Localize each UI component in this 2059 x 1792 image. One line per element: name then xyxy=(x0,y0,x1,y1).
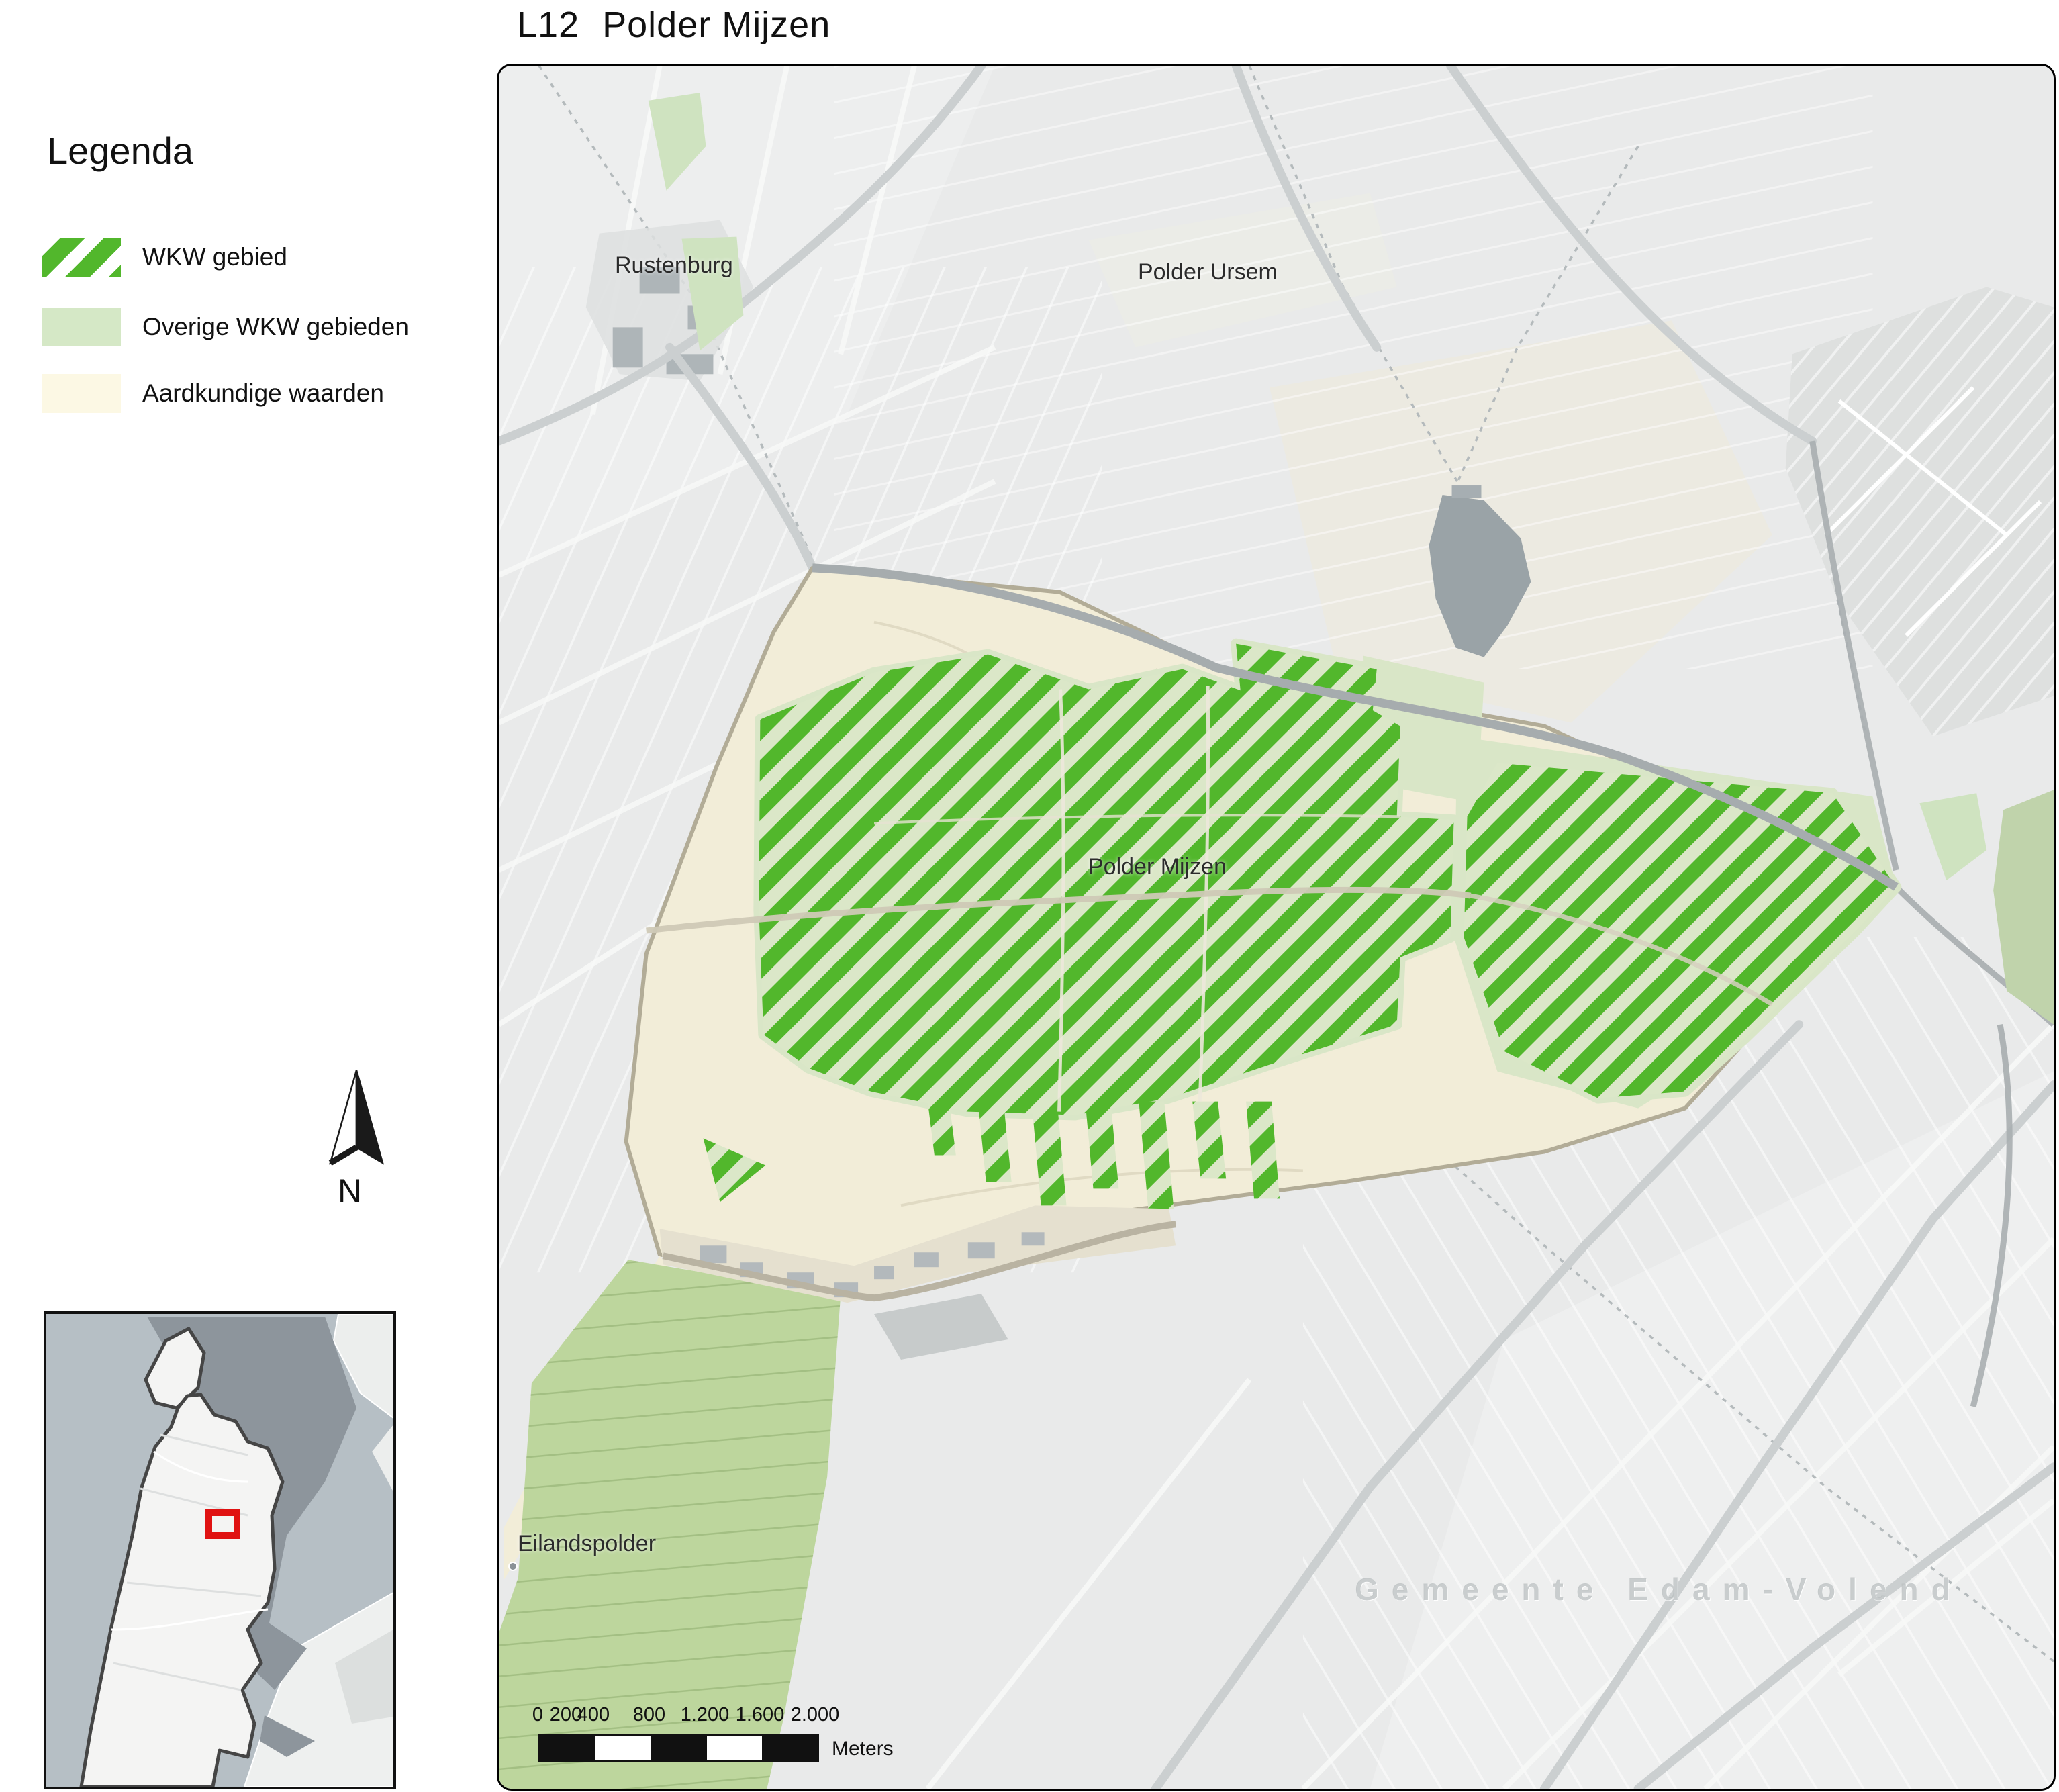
legend-item-wkw-gebied: WKW gebied xyxy=(42,238,287,277)
main-map: Rustenburg Polder Ursem Polder Mijzen Ei… xyxy=(497,64,2056,1791)
map-label-eilandspolder: Eilandspolder xyxy=(518,1531,656,1557)
map-label-rustenburg: Rustenburg xyxy=(615,252,733,279)
scale-tick: 1.200 xyxy=(681,1704,730,1726)
municipality-watermark: Gemeente Edam-Volend xyxy=(1355,1571,2056,1607)
page-title: L12 Polder Mijzen xyxy=(517,4,830,46)
map-sheet-code: L12 xyxy=(517,5,579,45)
scale-segment xyxy=(707,1736,762,1760)
scale-tick: 2.000 xyxy=(791,1704,840,1726)
scale-tick: 1.600 xyxy=(736,1704,785,1726)
map-sheet-name: Polder Mijzen xyxy=(602,5,830,45)
scale-segment xyxy=(595,1736,651,1760)
legend-item-label: WKW gebied xyxy=(142,243,287,271)
legend-item-aardkundige: Aardkundige waarden xyxy=(42,374,384,413)
wkw-gebied-hatch-swatch xyxy=(42,238,121,277)
scale-segment xyxy=(651,1736,707,1760)
scale-bar-track xyxy=(538,1734,819,1762)
scale-segment xyxy=(540,1736,595,1760)
inset-locator-map xyxy=(44,1311,396,1789)
legend-item-overige-wkw: Overige WKW gebieden xyxy=(42,308,409,346)
place-marker-dot xyxy=(508,1562,518,1571)
scale-tick: 800 xyxy=(633,1704,665,1726)
inset-canvas xyxy=(46,1314,393,1787)
parcel-texture xyxy=(834,66,1872,669)
scale-unit-label: Meters xyxy=(832,1738,894,1760)
north-arrow-label: N xyxy=(338,1172,362,1211)
map-canvas xyxy=(499,66,2054,1789)
legend-item-label: Aardkundige waarden xyxy=(142,379,384,408)
scale-tick: 400 xyxy=(577,1704,610,1726)
scale-tick: 0 xyxy=(532,1704,543,1726)
map-label-polder-ursem: Polder Ursem xyxy=(1138,259,1278,285)
legend-title: Legenda xyxy=(47,129,193,173)
aardkundige-waarden-swatch xyxy=(42,374,121,413)
north-arrow-icon xyxy=(320,1066,393,1168)
lake-inlet xyxy=(1452,485,1482,498)
scale-segment xyxy=(762,1736,817,1760)
map-label-polder-mijzen: Polder Mijzen xyxy=(1088,854,1227,880)
overige-wkw-swatch xyxy=(42,308,121,346)
legend-item-label: Overige WKW gebieden xyxy=(142,313,409,341)
